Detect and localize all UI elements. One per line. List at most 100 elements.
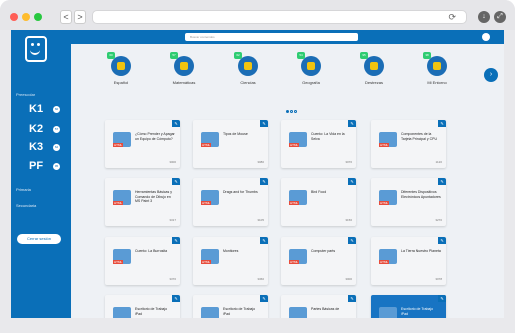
card-thumbnail bbox=[201, 190, 219, 205]
subject-icon: 95 bbox=[360, 52, 384, 76]
bookmark-icon[interactable]: ✎ bbox=[172, 295, 180, 302]
bookmark-icon[interactable]: ✎ bbox=[438, 178, 446, 185]
card-thumbnail bbox=[113, 132, 131, 147]
subject-label: Destrezas bbox=[364, 80, 383, 85]
grade-pf-badge: 95 bbox=[53, 163, 60, 170]
grade-k3[interactable]: K3 bbox=[29, 141, 43, 153]
content-card[interactable]: ✎ Drags and for Thumbs 3105 bbox=[193, 178, 268, 226]
grade-k1[interactable]: K1 bbox=[29, 103, 43, 115]
content-card[interactable]: ✎ Bird Food 3156 bbox=[281, 178, 356, 226]
content-card[interactable]: ✎Cuento: La Vida en la Selva 3076 bbox=[281, 120, 356, 168]
grade-pf[interactable]: PF bbox=[29, 160, 43, 172]
content-card[interactable]: ✎ ¿Cómo Prender y Apagar un Equipo de Cóm… bbox=[105, 120, 180, 168]
bookmark-icon[interactable]: ✎ bbox=[438, 295, 446, 302]
card-thumbnail bbox=[379, 132, 397, 147]
card-thumbnail bbox=[201, 132, 219, 147]
card-code: 3360 bbox=[257, 277, 264, 281]
card-title: Componentes de la Tarjeta Principal y CP… bbox=[401, 132, 437, 141]
card-title: Bird Food bbox=[311, 190, 327, 194]
bookmark-icon[interactable]: ✎ bbox=[172, 178, 180, 185]
subject-item[interactable]: 54 Geografía bbox=[281, 52, 341, 85]
card-thumbnail bbox=[113, 190, 131, 205]
subject-item[interactable]: 62 Ciencias bbox=[218, 52, 278, 85]
sidebar-section-label: Preescolar bbox=[16, 92, 36, 97]
bookmark-icon[interactable]: ✎ bbox=[260, 120, 268, 127]
bookmark-icon[interactable]: ✎ bbox=[172, 120, 180, 127]
bookmark-icon[interactable]: ✎ bbox=[348, 120, 356, 127]
card-thumbnail bbox=[379, 190, 397, 205]
card-title: Drags and for Thumbs bbox=[223, 190, 258, 194]
card-thumbnail bbox=[379, 249, 397, 264]
top-bar: Buscar contenidos bbox=[71, 30, 504, 44]
subject-badge: 57 bbox=[170, 52, 178, 59]
subject-label: Geografía bbox=[302, 80, 320, 85]
zoom-dot[interactable] bbox=[34, 13, 42, 21]
card-title: La Tierra Nuestro Planeta bbox=[401, 249, 441, 253]
sidebar-item-secundaria[interactable]: Secundaria bbox=[16, 203, 36, 208]
title-bar: < > ⟳ ↓ ⤢ bbox=[0, 0, 515, 30]
card-code: 3078 bbox=[435, 277, 442, 281]
download-icon[interactable]: ↓ bbox=[478, 11, 490, 23]
bookmark-icon[interactable]: ✎ bbox=[260, 178, 268, 185]
grade-k2[interactable]: K2 bbox=[29, 123, 43, 135]
card-title: Diferentes Dispositivos Electrónicos Apu… bbox=[401, 190, 441, 199]
forward-button[interactable]: > bbox=[74, 10, 86, 24]
content-card[interactable]: ✎ Cuento: La Burrosita 3370 bbox=[105, 237, 180, 285]
subject-badge: 95 bbox=[360, 52, 368, 59]
subject-label: Mi Entorno bbox=[427, 80, 447, 85]
subject-item[interactable]: 60 Español bbox=[91, 52, 151, 85]
back-button[interactable]: < bbox=[60, 10, 72, 24]
card-code: 3317 bbox=[169, 218, 176, 222]
subject-icon: 62 bbox=[234, 52, 258, 76]
content-card[interactable]: ✎Componentes de la Tarjeta Principal y C… bbox=[371, 120, 446, 168]
user-icon[interactable] bbox=[482, 33, 490, 41]
subject-icon: 38 bbox=[423, 52, 447, 76]
search-input[interactable]: Buscar contenidos bbox=[185, 33, 358, 41]
subject-icon: 54 bbox=[297, 52, 321, 76]
bookmark-icon[interactable]: ✎ bbox=[348, 295, 356, 302]
card-title: Computer parts bbox=[311, 249, 336, 253]
card-title: Partes Básicas de bbox=[311, 307, 340, 311]
subject-item[interactable]: 38 Mi Entorno bbox=[407, 52, 467, 85]
page-dot[interactable] bbox=[290, 110, 293, 113]
fullscreen-icon[interactable]: ⤢ bbox=[494, 11, 506, 23]
card-thumbnail bbox=[289, 132, 307, 147]
browser-window: < > ⟳ ↓ ⤢ Preescolar K1 60 K2 57 K3 62 P… bbox=[0, 0, 515, 333]
content-card[interactable]: ✎ La Tierra Nuestro Planeta 3078 bbox=[371, 237, 446, 285]
grade-k1-badge: 60 bbox=[53, 106, 60, 113]
card-title: Tipos de Mouse bbox=[223, 132, 248, 136]
bookmark-icon[interactable]: ✎ bbox=[348, 237, 356, 244]
bookmark-icon[interactable]: ✎ bbox=[438, 120, 446, 127]
close-dot[interactable] bbox=[10, 13, 18, 21]
bookmark-icon[interactable]: ✎ bbox=[260, 237, 268, 244]
card-title: Escritorio de Trabajo iPad bbox=[135, 307, 168, 316]
subject-item[interactable]: 57 Matemáticas bbox=[154, 52, 214, 85]
sidebar-item-primaria[interactable]: Primaria bbox=[16, 187, 31, 192]
card-thumbnail bbox=[289, 190, 307, 205]
bookmark-icon[interactable]: ✎ bbox=[260, 295, 268, 302]
bookmark-icon[interactable]: ✎ bbox=[438, 237, 446, 244]
page-dot[interactable] bbox=[294, 110, 297, 113]
content-card[interactable]: ✎Herramientas Básicas y Comando de Dibuj… bbox=[105, 178, 180, 226]
next-arrow-icon[interactable]: › bbox=[484, 68, 498, 82]
card-title: Cuento: La Burrosita bbox=[135, 249, 168, 253]
card-code: 3000 bbox=[345, 277, 352, 281]
logout-button[interactable]: Cerrar sesión bbox=[17, 234, 61, 244]
card-code: 3076 bbox=[345, 160, 352, 164]
pager bbox=[286, 100, 298, 118]
grade-k2-badge: 57 bbox=[53, 126, 60, 133]
card-title: Cuento: La Vida en la Selva bbox=[311, 132, 345, 141]
content-card[interactable]: ✎ Monitores 3360 bbox=[193, 237, 268, 285]
subject-item[interactable]: 95 Destrezas bbox=[344, 52, 404, 85]
minimize-dot[interactable] bbox=[22, 13, 30, 21]
bookmark-icon[interactable]: ✎ bbox=[348, 178, 356, 185]
page-dot[interactable] bbox=[286, 110, 289, 113]
content-card[interactable]: ✎ Diferentes Dispositivos Electrónicos Ap… bbox=[371, 178, 446, 226]
bookmark-icon[interactable]: ✎ bbox=[172, 237, 180, 244]
content-card[interactable]: ✎ Tipos de Mouse 3080 bbox=[193, 120, 268, 168]
content-card[interactable]: ✎ Computer parts 3000 bbox=[281, 237, 356, 285]
address-bar[interactable]: ⟳ bbox=[92, 10, 467, 24]
logo-icon[interactable] bbox=[25, 36, 47, 62]
card-code: 3105 bbox=[257, 218, 264, 222]
reload-icon[interactable]: ⟳ bbox=[448, 12, 456, 23]
